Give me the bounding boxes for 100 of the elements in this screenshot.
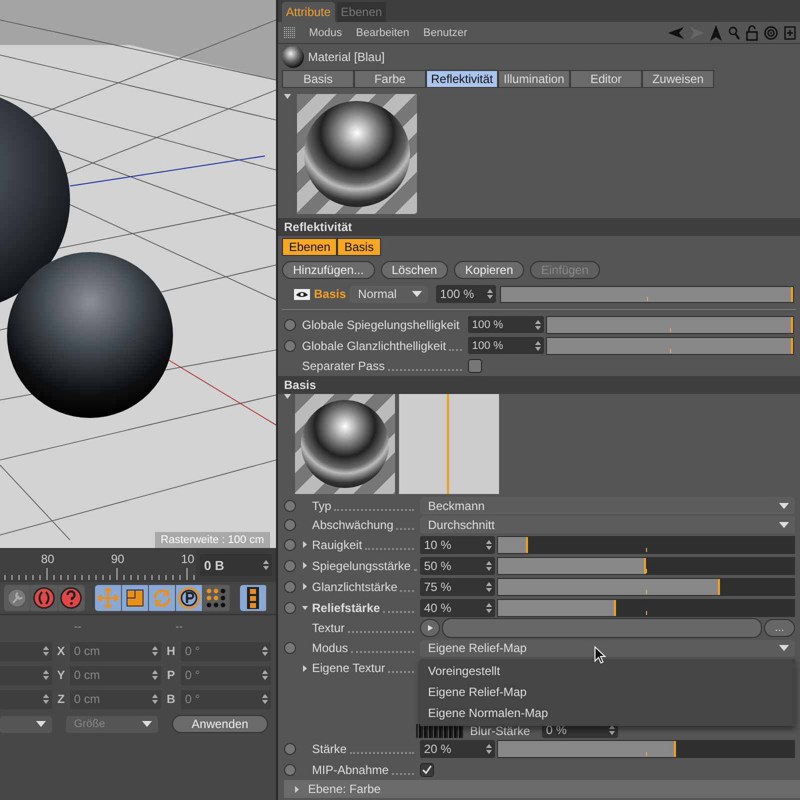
dropdown[interactable]	[0, 716, 52, 732]
value-field[interactable]: 10 %	[420, 536, 495, 554]
rotation-field[interactable]: 0 °	[181, 690, 271, 708]
target-icon[interactable]	[764, 26, 778, 40]
padlock-icon[interactable]	[746, 24, 758, 40]
spinner-icon[interactable]	[486, 540, 492, 550]
apply-button[interactable]: Anwenden	[172, 715, 268, 733]
coordinate-field[interactable]	[0, 666, 52, 684]
animate-toggle[interactable]	[284, 318, 296, 330]
spinner-icon[interactable]	[535, 320, 541, 330]
layer-tab[interactable]: Basis	[337, 238, 381, 256]
slider-fill[interactable]	[498, 600, 616, 616]
blend-mode-dropdown[interactable]: Normal	[350, 286, 428, 302]
dropdown[interactable]: Durchschnitt	[420, 516, 795, 533]
slider-track[interactable]	[497, 578, 795, 596]
checkbox[interactable]	[420, 762, 434, 776]
value-field[interactable]: 100 %	[468, 316, 544, 333]
position-field[interactable]: 0 cm	[70, 642, 161, 660]
spinner-icon[interactable]	[486, 744, 492, 754]
animate-toggle[interactable]	[284, 340, 296, 352]
eye-icon[interactable]	[294, 288, 310, 300]
help-icon[interactable]	[58, 585, 85, 611]
position-field[interactable]: 0 cm	[70, 690, 161, 708]
slider-track[interactable]	[497, 740, 795, 758]
dropdown[interactable]: Eigene Relief-Map	[420, 640, 795, 656]
animate-toggle[interactable]	[284, 642, 296, 654]
menu-option[interactable]: Voreingestellt	[420, 660, 795, 682]
animate-toggle[interactable]	[284, 580, 296, 592]
coordinate-field[interactable]	[0, 642, 52, 660]
spinner-icon[interactable]	[43, 670, 49, 680]
layer-button[interactable]: Hinzufügen...	[282, 261, 375, 279]
spinner-icon[interactable]	[152, 694, 158, 704]
menu-item[interactable]: Modus	[309, 26, 342, 38]
new-panel-icon[interactable]	[784, 26, 796, 40]
rotation-field[interactable]: 0 °	[181, 666, 271, 684]
material-tab[interactable]: Farbe	[354, 70, 426, 88]
slider-fill[interactable]	[498, 536, 528, 552]
animate-toggle[interactable]	[284, 518, 296, 530]
collapsed-triangle-icon[interactable]	[302, 541, 308, 548]
spinner-icon[interactable]	[262, 694, 268, 704]
animate-toggle[interactable]	[284, 764, 296, 776]
menu-option[interactable]: Eigene Normalen-Map	[420, 702, 795, 724]
material-tab[interactable]: Illumination	[498, 70, 570, 88]
spinner-icon[interactable]	[487, 289, 494, 299]
texture-field[interactable]	[442, 618, 762, 638]
material-tab[interactable]: Reflektivität	[426, 70, 498, 88]
spinner-icon[interactable]	[609, 725, 616, 735]
animate-toggle[interactable]	[284, 500, 296, 512]
spinner-icon[interactable]	[262, 670, 268, 680]
search-icon[interactable]	[728, 26, 740, 40]
expanded-triangle-icon[interactable]	[302, 604, 308, 611]
value-field[interactable]: 75 %	[420, 578, 495, 596]
dropdown[interactable]: Beckmann	[420, 497, 795, 514]
value-field[interactable]: 40 %	[420, 598, 495, 616]
material-tab[interactable]: Zuweisen	[642, 70, 714, 88]
slider-track[interactable]	[497, 536, 795, 554]
spinner-icon[interactable]	[486, 560, 492, 570]
up-arrow-icon[interactable]	[710, 24, 722, 40]
spinner-icon[interactable]	[263, 560, 269, 570]
section-header[interactable]: Basis	[278, 376, 800, 394]
slider-track[interactable]	[497, 598, 795, 616]
spinner-icon[interactable]	[43, 646, 49, 656]
coordinate-field[interactable]	[0, 690, 52, 708]
menu-item[interactable]: Bearbeiten	[356, 26, 410, 38]
value-field[interactable]: 100 %	[468, 337, 544, 354]
collapsed-triangle-icon[interactable]	[294, 786, 300, 792]
spinner-icon[interactable]	[262, 646, 268, 656]
frame-field[interactable]: 0 B	[200, 554, 272, 576]
animate-toggle[interactable]	[284, 602, 296, 614]
browse-button[interactable]: ...	[764, 619, 795, 637]
spinner-icon[interactable]	[535, 340, 541, 350]
rotation-field[interactable]: 0 °	[181, 642, 271, 660]
play-button[interactable]	[420, 619, 440, 637]
animate-toggle[interactable]	[284, 560, 296, 572]
layer-button[interactable]: Kopieren	[454, 261, 524, 279]
layer-tab[interactable]: Ebenen	[282, 238, 338, 256]
layer-button[interactable]: Löschen	[380, 261, 448, 279]
value-field[interactable]: 50 %	[420, 556, 495, 574]
collapse-triangle-icon[interactable]	[284, 394, 291, 399]
menu-option[interactable]: Eigene Relief-Map	[420, 682, 795, 702]
dot-grid-icon[interactable]	[203, 585, 230, 611]
spinner-icon[interactable]	[152, 670, 158, 680]
spinner-icon[interactable]	[486, 602, 492, 612]
value-field[interactable]: 20 %	[420, 740, 495, 758]
value-field[interactable]: 100 %	[436, 285, 496, 303]
section-header[interactable]: Reflektivität	[278, 218, 800, 236]
spinner-icon[interactable]	[152, 646, 158, 656]
slider-fill[interactable]	[498, 740, 676, 756]
material-tab[interactable]: Editor	[570, 70, 642, 88]
position-field[interactable]: 0 cm	[70, 666, 161, 684]
animate-toggle[interactable]	[284, 538, 296, 550]
material-tab[interactable]: Basis	[282, 70, 354, 88]
slider-fill[interactable]	[498, 578, 720, 594]
move-icon[interactable]	[95, 585, 122, 611]
collapsed-triangle-icon[interactable]	[302, 664, 308, 672]
menu-item[interactable]: Benutzer	[423, 26, 468, 38]
p-circle-icon[interactable]	[176, 585, 203, 611]
collapsed-group-header[interactable]: Ebene: Farbe	[284, 780, 800, 798]
animate-toggle[interactable]	[284, 742, 296, 754]
slider-fill[interactable]	[498, 558, 646, 574]
